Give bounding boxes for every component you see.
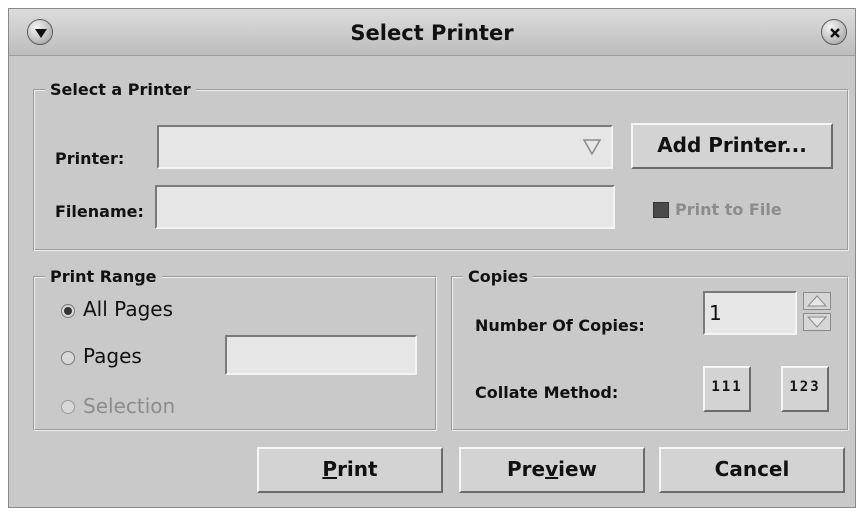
collate-uncollated-button[interactable]: 111 [703,366,751,412]
preview-label-post: iew [558,457,598,481]
cancel-button[interactable]: Cancel [659,447,845,493]
selection-radio [61,400,75,414]
all-pages-label[interactable]: All Pages [83,297,173,321]
collated-icon: 123 [789,379,821,395]
copies-increment-button[interactable] [803,292,831,310]
preview-label-pre: Pre [506,457,546,481]
preview-button[interactable]: Preview [459,447,645,493]
pages-label[interactable]: Pages [83,344,142,368]
add-printer-button[interactable]: Add Printer... [631,123,833,169]
close-icon [830,28,840,38]
filename-field[interactable] [155,185,615,229]
preview-mnemonic: v [545,457,559,481]
number-of-copies-label: Number Of Copies: [475,316,645,335]
dropdown-triangle-icon[interactable] [581,136,603,158]
collate-collated-button[interactable]: 123 [781,366,829,412]
print-button[interactable]: Print [257,447,443,493]
copies-input[interactable]: 1 [703,291,797,335]
print-range-legend: Print Range [45,267,162,286]
print-to-file-checkbox[interactable] [653,202,669,218]
selection-label: Selection [83,394,176,418]
title-bar: Select Printer [9,9,855,56]
pages-radio[interactable] [61,351,75,365]
print-to-file-label: Print to File [675,200,782,219]
copies-value: 1 [709,301,722,325]
arrow-down-icon [806,316,828,328]
printer-label: Printer: [55,149,125,168]
copies-decrement-button[interactable] [803,313,831,331]
printer-select[interactable] [157,125,613,169]
copies-legend: Copies [463,267,534,286]
select-printer-legend: Select a Printer [45,80,196,99]
pages-input[interactable] [225,335,417,375]
uncollated-icon: 111 [711,379,743,395]
filename-label: Filename: [55,202,144,221]
close-button[interactable] [821,19,847,45]
select-printer-dialog: Select Printer Select a Printer Printer:… [8,8,856,508]
window-title: Select Printer [350,21,514,45]
arrow-up-icon [806,295,828,307]
all-pages-radio[interactable] [61,304,75,318]
print-mnemonic: P [322,457,338,481]
print-label-rest: rint [337,457,378,481]
collate-method-label: Collate Method: [475,383,619,402]
